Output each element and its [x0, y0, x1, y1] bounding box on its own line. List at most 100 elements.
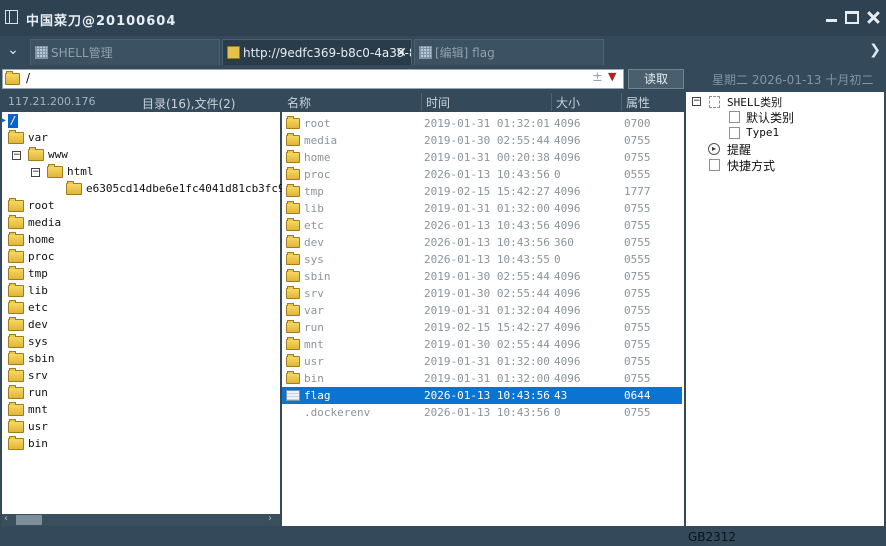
file-attr: 0755	[624, 372, 651, 385]
clock-icon: ▸	[708, 143, 720, 155]
file-row[interactable]: proc 2026-01-13 10:43:56 0 0555	[282, 166, 682, 183]
file-time: 2019-01-30 02:55:44	[424, 270, 550, 283]
file-row[interactable]: sys 2026-01-13 10:43:55 0 0555	[282, 251, 682, 268]
tab-edit-flag[interactable]: [编辑] flag	[414, 39, 604, 65]
column-attr[interactable]: 属性	[626, 94, 650, 111]
file-size: 4096	[554, 117, 581, 130]
tree-node-root[interactable]: /	[8, 114, 18, 128]
path-dropdown-icon[interactable]: ▼	[608, 70, 616, 83]
file-name: proc	[304, 168, 331, 181]
column-name[interactable]: 名称	[287, 94, 311, 111]
file-icon	[419, 46, 432, 59]
category-panel[interactable]	[686, 92, 884, 526]
folder-icon	[286, 303, 300, 316]
file-row[interactable]: home 2019-01-31 00:20:38 4096 0755	[282, 149, 682, 166]
file-row[interactable]: dev 2026-01-13 10:43:56 360 0755	[282, 234, 682, 251]
folder-icon	[286, 201, 300, 214]
file-time: 2019-01-30 02:55:44	[424, 287, 550, 300]
tree-collapse-icon[interactable]: −	[12, 151, 21, 160]
file-time: 2019-01-31 01:32:01	[424, 117, 550, 130]
file-attr: 0755	[624, 355, 651, 368]
path-input[interactable]	[2, 69, 624, 89]
folder-icon	[8, 436, 24, 450]
column-size[interactable]: 大小	[556, 94, 580, 111]
file-row[interactable]: sbin 2019-01-30 02:55:44 4096 0755	[282, 268, 682, 285]
file-attr: 0755	[624, 338, 651, 351]
category-type1[interactable]: Type1	[746, 126, 779, 139]
tab-shell-manager[interactable]: SHELL管理	[30, 39, 220, 65]
tab-close-icon[interactable]: ✕	[395, 40, 407, 65]
file-attr: 0755	[624, 236, 651, 249]
file-row[interactable]: usr 2019-01-31 01:32:00 4096 0755	[282, 353, 682, 370]
file-row[interactable]: bin 2019-01-31 01:32:00 4096 0755	[282, 370, 682, 387]
category-default[interactable]: 默认类别	[746, 109, 794, 126]
file-name: usr	[304, 355, 324, 368]
column-divider[interactable]	[551, 93, 552, 111]
tree-node-label: home	[28, 233, 55, 246]
folder-icon	[8, 130, 24, 144]
file-name: lib	[304, 202, 324, 215]
grid-icon	[35, 46, 48, 59]
tree-collapse-icon[interactable]: −	[31, 168, 40, 177]
file-row[interactable]: etc 2026-01-13 10:43:56 4096 0755	[282, 217, 682, 234]
category-root[interactable]: SHELL类别	[727, 94, 782, 110]
column-divider[interactable]	[421, 93, 422, 111]
tree-node-label: bin	[28, 437, 48, 450]
folder-icon	[286, 286, 300, 299]
file-size: 4096	[554, 321, 581, 334]
folder-icon	[5, 71, 20, 85]
file-time: 2026-01-13 10:43:55	[424, 253, 550, 266]
file-row[interactable]: mnt 2019-01-30 02:55:44 4096 0755	[282, 336, 682, 353]
column-time[interactable]: 时间	[426, 94, 450, 111]
path-input-value[interactable]: /	[26, 71, 30, 85]
file-attr: 0555	[624, 253, 651, 266]
collapse-toggle-icon[interactable]: −	[692, 97, 701, 106]
shortcuts-item[interactable]: 快捷方式	[727, 157, 775, 174]
tab-label: http://9edfc369-b8c0-4a39-896	[243, 46, 411, 60]
file-row[interactable]: media 2019-01-30 02:55:44 4096 0755	[282, 132, 682, 149]
file-name: flag	[304, 389, 331, 402]
minimize-button[interactable]	[824, 11, 838, 24]
scroll-right-icon[interactable]: ›	[268, 513, 272, 524]
file-name: srv	[304, 287, 324, 300]
reminder-item[interactable]: 提醒	[727, 141, 751, 158]
file-attr: 0755	[624, 287, 651, 300]
file-name: dev	[304, 236, 324, 249]
scrollbar-thumb[interactable]	[16, 515, 42, 525]
horizontal-scrollbar[interactable]	[2, 514, 280, 526]
file-attr: 0755	[624, 270, 651, 283]
tab-file-manager[interactable]: http://9edfc369-b8c0-4a39-896 ✕	[222, 39, 412, 65]
folder-icon	[286, 320, 300, 333]
file-row[interactable]: var 2019-01-31 01:32:04 4096 0755	[282, 302, 682, 319]
file-time: 2019-02-15 15:42:27	[424, 185, 550, 198]
app-window-icon	[5, 10, 18, 24]
tree-node-label: tmp	[28, 267, 48, 280]
close-window-button[interactable]	[866, 11, 880, 24]
tab-list-chevron-icon[interactable]: ⌄	[4, 40, 22, 60]
file-time: 2019-01-31 01:32:00	[424, 372, 550, 385]
maximize-button[interactable]	[845, 11, 859, 24]
scroll-left-icon[interactable]: ‹	[4, 513, 8, 524]
file-row[interactable]: lib 2019-01-31 01:32:00 4096 0755	[282, 200, 682, 217]
status-bar	[0, 526, 886, 546]
file-row[interactable]: srv 2019-01-30 02:55:44 4096 0755	[282, 285, 682, 302]
file-row[interactable]: tmp 2019-02-15 15:42:27 4096 1777	[282, 183, 682, 200]
file-row[interactable]: root 2019-01-31 01:32:01 4096 0700	[282, 115, 682, 132]
file-row[interactable]: flag 2026-01-13 10:43:56 43 0644	[282, 387, 682, 404]
read-button[interactable]: 读取	[628, 69, 684, 89]
folder-icon	[8, 249, 24, 263]
tab-scroll-right-icon[interactable]: ❯	[866, 40, 884, 60]
file-row[interactable]: .dockerenv 2026-01-13 10:43:56 0 0755	[282, 404, 682, 421]
file-size: 0	[554, 406, 561, 419]
file-list-header	[282, 92, 684, 112]
file-attr: 0755	[624, 202, 651, 215]
folder-icon	[286, 218, 300, 231]
file-icon	[286, 390, 300, 401]
file-name: sbin	[304, 270, 331, 283]
file-row[interactable]: run 2019-02-15 15:42:27 4096 0755	[282, 319, 682, 336]
folder-icon	[8, 385, 24, 399]
column-divider[interactable]	[621, 93, 622, 111]
file-time: 2019-01-30 02:55:44	[424, 134, 550, 147]
window-title: 中国菜刀@20100604	[26, 14, 177, 29]
path-plus-icon[interactable]: ±	[592, 70, 603, 85]
